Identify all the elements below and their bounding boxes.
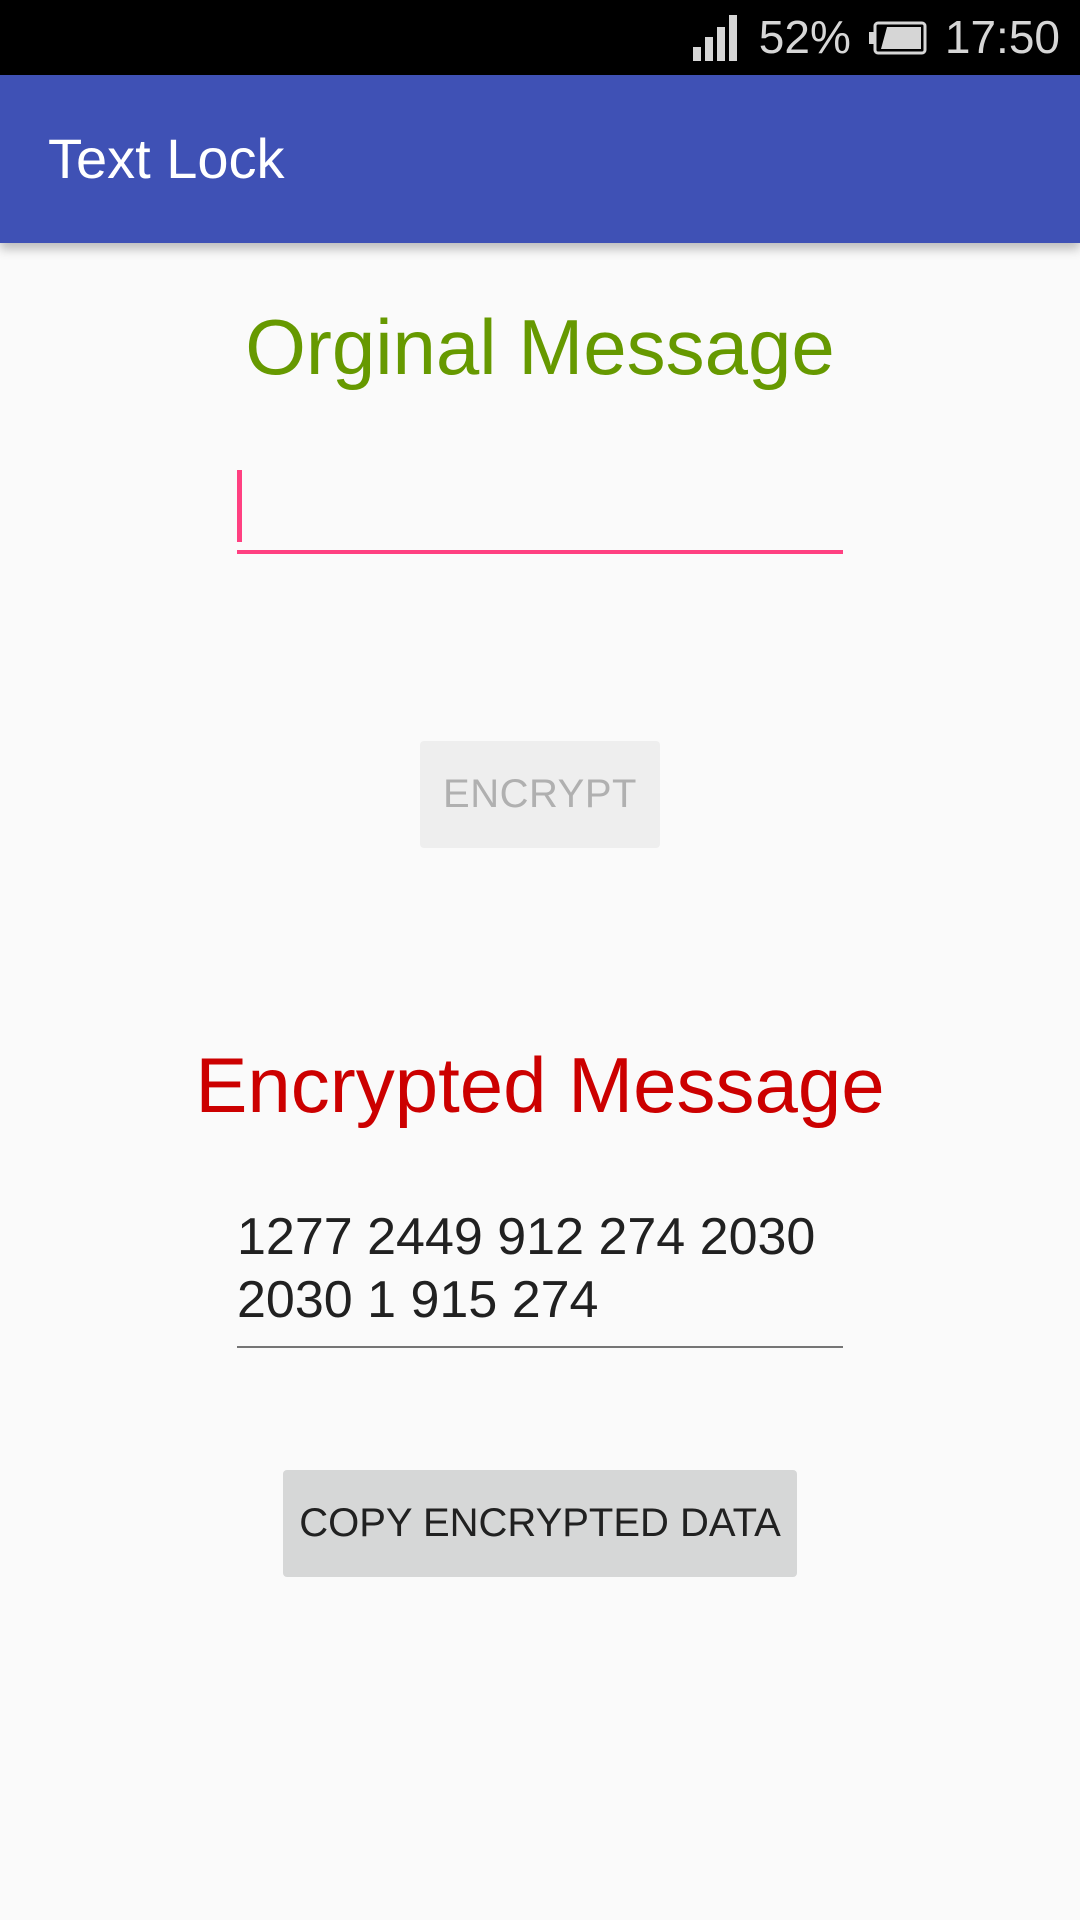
encrypted-message-output: 1277 2449 912 274 2030 2030 1 915 274	[237, 1206, 843, 1348]
text-cursor	[237, 470, 242, 542]
battery-percent: 52%	[758, 11, 851, 63]
original-message-heading: Orginal Message	[245, 303, 835, 391]
battery-icon	[868, 21, 927, 55]
app-bar: Text Lock	[0, 75, 1080, 243]
signal-icon	[692, 14, 741, 61]
app-title: Text Lock	[48, 127, 285, 190]
original-message-input[interactable]	[237, 460, 843, 554]
encrypt-button[interactable]: ENCRYPT	[420, 741, 660, 848]
clock: 17:50	[944, 11, 1060, 63]
status-bar: 52% 17:50	[0, 0, 1080, 75]
status-indicators: 52% 17:50	[692, 0, 1060, 75]
copy-encrypted-data-button[interactable]: COPY ENCRYPTED DATA	[283, 1470, 797, 1577]
encrypted-message-heading: Encrypted Message	[195, 1041, 885, 1129]
